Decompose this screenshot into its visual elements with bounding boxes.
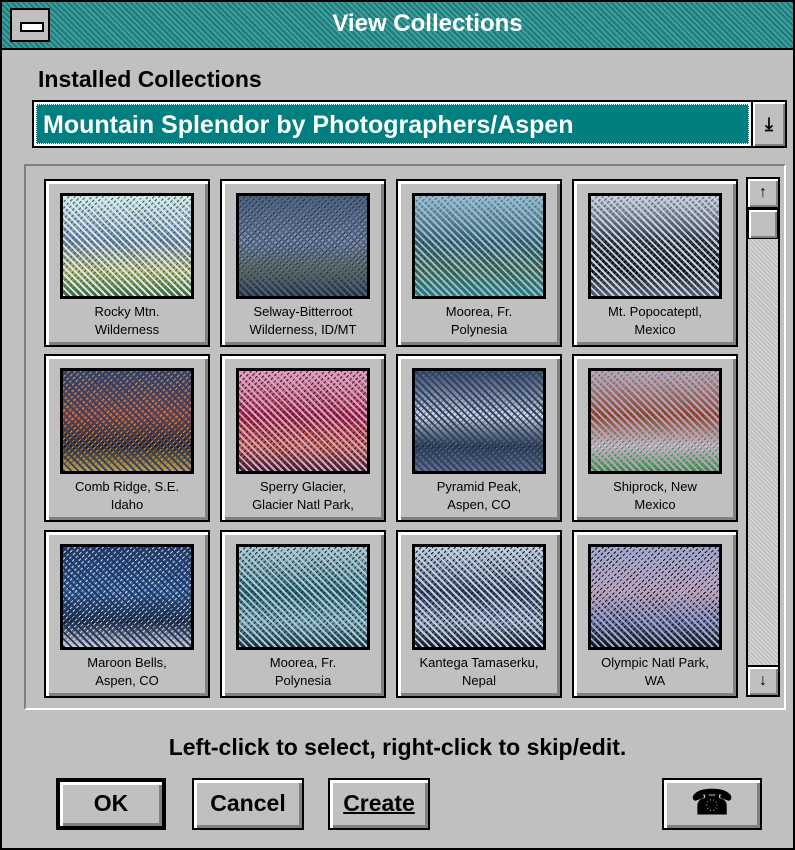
arrow-down-icon: ↓ bbox=[759, 672, 767, 689]
caption-line: Glacier Natl Park, bbox=[252, 497, 354, 512]
collection-thumbnail[interactable]: Maroon Bells, Aspen, CO bbox=[44, 530, 210, 698]
thumbnail-caption: Comb Ridge, S.E. Idaho bbox=[50, 478, 204, 514]
collection-thumbnail[interactable]: Olympic Natl Park, WA bbox=[572, 530, 738, 698]
vertical-scrollbar[interactable]: ↑ ↓ bbox=[746, 177, 780, 697]
thumbnail-image bbox=[60, 368, 194, 474]
thumbnail-image bbox=[60, 193, 194, 299]
caption-line: Maroon Bells, bbox=[87, 655, 167, 670]
caption-line: Aspen, CO bbox=[447, 497, 511, 512]
thumbnail-caption: Moorea, Fr. Polynesia bbox=[402, 303, 556, 339]
phone-button[interactable]: ☎ bbox=[662, 778, 762, 830]
caption-line: Rocky Mtn. bbox=[94, 304, 160, 319]
caption-line: Kantega Tamaserku, bbox=[419, 655, 539, 670]
thumbnail-image bbox=[412, 193, 546, 299]
scroll-thumb[interactable] bbox=[748, 209, 778, 239]
collection-thumbnail[interactable]: Kantega Tamaserku, Nepal bbox=[396, 530, 562, 698]
caption-line: Mt. Popocateptl, bbox=[608, 304, 702, 319]
caption-line: Shiprock, New bbox=[613, 479, 697, 494]
system-menu-icon bbox=[20, 22, 44, 32]
collection-thumbnail[interactable]: Moorea, Fr. Polynesia bbox=[396, 179, 562, 347]
system-menu-button[interactable] bbox=[10, 8, 50, 42]
caption-line: Sperry Glacier, bbox=[260, 479, 346, 494]
caption-line: Mexico bbox=[634, 497, 676, 512]
collection-thumbnail[interactable]: Sperry Glacier, Glacier Natl Park, bbox=[220, 354, 386, 522]
caption-line: Olympic Natl Park, bbox=[601, 655, 709, 670]
cancel-button[interactable]: Cancel bbox=[192, 778, 304, 830]
caption-line: Comb Ridge, S.E. bbox=[74, 479, 180, 494]
thumbnail-caption: Pyramid Peak, Aspen, CO bbox=[402, 478, 556, 514]
collection-thumbnail[interactable]: Comb Ridge, S.E. Idaho bbox=[44, 354, 210, 522]
collection-thumbnail[interactable]: Pyramid Peak, Aspen, CO bbox=[396, 354, 562, 522]
thumbnail-caption: Shiprock, New Mexico bbox=[578, 478, 732, 514]
arrow-down-icon: ⤓ bbox=[765, 114, 773, 134]
thumbnail-image bbox=[588, 544, 722, 650]
thumbnail-image bbox=[412, 368, 546, 474]
caption-line: Polynesia bbox=[450, 322, 508, 337]
collections-dropdown-value[interactable]: Mountain Splendor by Photographers/Aspen bbox=[36, 104, 749, 144]
collections-dropdown[interactable]: Mountain Splendor by Photographers/Aspen… bbox=[32, 100, 787, 148]
thumbnail-image bbox=[236, 193, 370, 299]
thumbnail-image bbox=[588, 368, 722, 474]
ok-button[interactable]: OK bbox=[56, 778, 166, 830]
title-bar: View Collections bbox=[2, 2, 793, 50]
caption-line: Selway-Bitterroot bbox=[253, 304, 353, 319]
caption-line: Wilderness bbox=[94, 322, 160, 337]
collection-thumbnail[interactable]: Mt. Popocateptl, Mexico bbox=[572, 179, 738, 347]
thumbnail-caption: Sperry Glacier, Glacier Natl Park, bbox=[226, 478, 380, 514]
thumbnail-caption: Kantega Tamaserku, Nepal bbox=[402, 654, 556, 690]
scroll-down-button[interactable]: ↓ bbox=[748, 665, 778, 695]
thumbnail-caption: Maroon Bells, Aspen, CO bbox=[50, 654, 204, 690]
create-button[interactable]: Create bbox=[328, 778, 430, 830]
caption-line: Nepal bbox=[462, 673, 496, 688]
thumbnail-image bbox=[236, 544, 370, 650]
thumbnail-image bbox=[412, 544, 546, 650]
caption-line: Moorea, Fr. bbox=[445, 304, 513, 319]
dropdown-arrow-button[interactable]: ⤓ bbox=[751, 102, 785, 146]
collection-thumbnail[interactable]: Moorea, Fr. Polynesia bbox=[220, 530, 386, 698]
caption-line: Moorea, Fr. bbox=[269, 655, 337, 670]
collection-thumbnail[interactable]: Rocky Mtn. Wilderness bbox=[44, 179, 210, 347]
collection-thumbnail[interactable]: Selway-Bitterroot Wilderness, ID/MT bbox=[220, 179, 386, 347]
caption-line: Polynesia bbox=[274, 673, 332, 688]
thumbnail-caption: Mt. Popocateptl, Mexico bbox=[578, 303, 732, 339]
telephone-icon: ☎ bbox=[690, 784, 734, 822]
collection-thumbnail[interactable]: Shiprock, New Mexico bbox=[572, 354, 738, 522]
instruction-text: Left-click to select, right-click to ski… bbox=[168, 734, 627, 760]
thumbnail-caption: Olympic Natl Park, WA bbox=[578, 654, 732, 690]
thumbnail-image bbox=[588, 193, 722, 299]
create-button-label: Create bbox=[343, 790, 415, 816]
caption-line: WA bbox=[644, 673, 666, 688]
scroll-up-button[interactable]: ↑ bbox=[748, 179, 778, 209]
window-title: View Collections bbox=[332, 10, 523, 37]
thumbnail-image bbox=[60, 544, 194, 650]
arrow-up-icon: ↑ bbox=[759, 184, 767, 201]
view-collections-window: View Collections Installed Collections M… bbox=[0, 0, 795, 850]
caption-line: Wilderness, ID/MT bbox=[249, 322, 357, 337]
thumbnail-caption: Moorea, Fr. Polynesia bbox=[226, 654, 380, 690]
thumbnail-image bbox=[236, 368, 370, 474]
caption-line: Idaho bbox=[110, 497, 144, 512]
caption-line: Mexico bbox=[634, 322, 676, 337]
thumbnail-caption: Selway-Bitterroot Wilderness, ID/MT bbox=[226, 303, 380, 339]
installed-collections-label: Installed Collections bbox=[38, 66, 262, 92]
thumbnail-caption: Rocky Mtn. Wilderness bbox=[50, 303, 204, 339]
caption-line: Aspen, CO bbox=[95, 673, 159, 688]
caption-line: Pyramid Peak, bbox=[436, 479, 522, 494]
